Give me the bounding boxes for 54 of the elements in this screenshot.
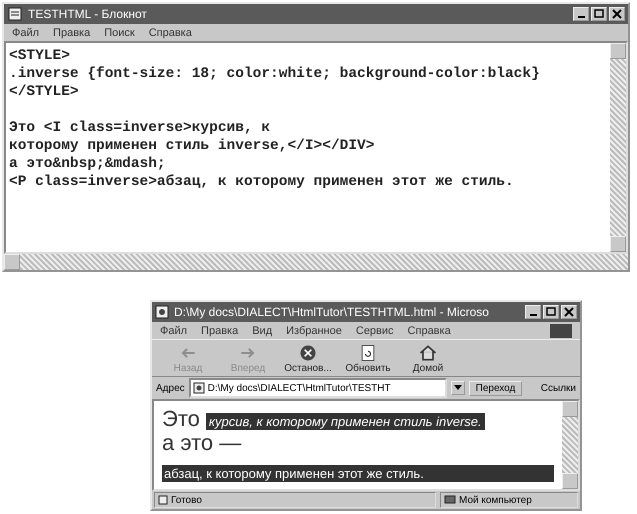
notepad-icon <box>7 7 23 21</box>
minimize-button[interactable] <box>525 305 541 319</box>
go-button[interactable]: Переход <box>468 380 522 396</box>
inverse-italic-text: курсив, к которому применен стиль inverse. <box>206 413 485 430</box>
minimize-button[interactable] <box>573 7 589 21</box>
minimize-icon <box>530 314 536 316</box>
logo-box-icon <box>550 324 572 338</box>
menu-item[interactable]: Избранное <box>286 324 342 336</box>
vertical-scrollbar[interactable] <box>562 401 578 489</box>
menu-item[interactable]: Правка <box>201 324 238 336</box>
page-icon <box>158 495 168 505</box>
horizontal-scrollbar[interactable] <box>4 254 628 270</box>
menu-item[interactable]: Файл <box>12 26 40 38</box>
code-line: Это <I class=inverse>курсив, к <box>9 119 270 137</box>
toolbar-button[interactable]: Обновить <box>340 340 396 376</box>
code-line: <P class=inverse>абзац, к которому применен этот же стиль. <box>9 173 514 191</box>
menu-item[interactable]: Справка <box>148 26 192 38</box>
code-line: которому применен стиль inverse,</I></DIV> <box>9 137 374 155</box>
home-icon <box>418 342 438 362</box>
menu-item[interactable]: Справка <box>408 324 451 336</box>
address-label: Адрес <box>156 382 185 394</box>
code-line: </STYLE> <box>9 83 79 101</box>
code-line: .inverse {font-size: 18; color:white; background-color:black} <box>9 65 540 83</box>
page-icon <box>155 305 169 319</box>
toolbar-button[interactable]: Домой <box>400 340 456 376</box>
code-line: <STYLE> <box>9 47 70 65</box>
vertical-scrollbar[interactable] <box>610 43 626 252</box>
page-text: а это — <box>162 430 242 455</box>
menu-item[interactable]: Файл <box>160 324 188 336</box>
address-field[interactable]: D:\My docs\DIALECT\HtmlTutor\TESTHT <box>188 378 447 398</box>
zone-status: Мой компьютер <box>459 494 532 506</box>
text-area[interactable] <box>4 41 628 254</box>
maximize-button[interactable] <box>591 7 607 21</box>
window-title: D:\My docs\DIALECT\HtmlTutor\TESTHTML.html - Microso <box>174 305 490 319</box>
stop-icon <box>298 342 318 362</box>
inverse-paragraph: абзац, к которому применен этот же стиль. <box>162 465 554 482</box>
close-button[interactable] <box>609 7 625 21</box>
page-icon <box>192 382 205 394</box>
page-text: Это <box>162 407 200 431</box>
links-button[interactable]: Ссылки <box>540 382 576 394</box>
code-line: а это&nbsp;&mdash; <box>9 155 166 173</box>
caret-icon <box>454 385 462 391</box>
menu-item[interactable]: Правка <box>53 26 90 38</box>
close-button[interactable] <box>561 305 577 319</box>
window-title: TESTHTML - Блокнот <box>28 7 148 21</box>
minimize-icon <box>578 16 584 18</box>
dropdown-button[interactable] <box>450 381 465 395</box>
menu-item[interactable]: Поиск <box>104 26 135 38</box>
toolbar-button[interactable]: Останов... <box>280 340 336 376</box>
menu-item[interactable]: Вид <box>252 324 272 336</box>
computer-icon <box>444 495 456 505</box>
menu-item[interactable]: Сервис <box>356 324 394 336</box>
status-text: Готово <box>171 494 202 506</box>
maximize-button[interactable] <box>543 305 559 319</box>
